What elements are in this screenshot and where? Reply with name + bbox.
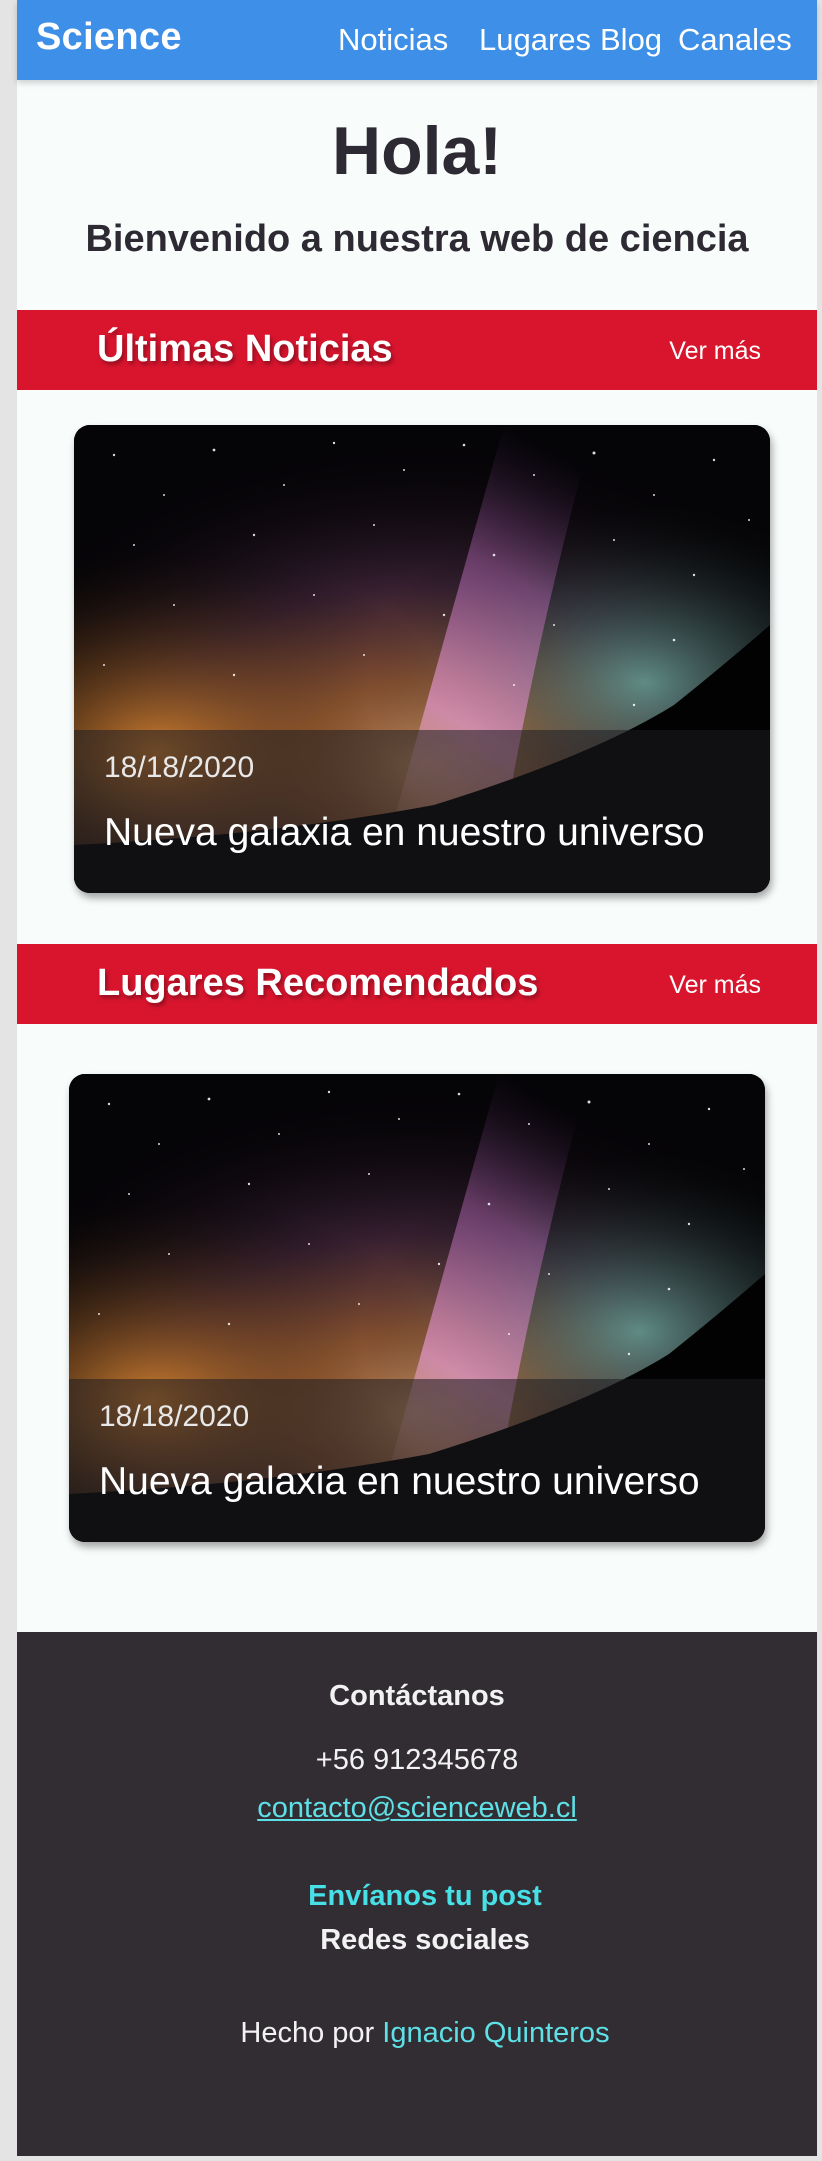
footer: Contáctanos +56 912345678 contacto@scien… [17,1632,817,2156]
author-link[interactable]: Ignacio Quinteros [382,2017,609,2049]
card-title[interactable]: Nueva galaxia en nuestro universo [99,1460,700,1504]
ver-mas-link[interactable]: Ver más [669,971,761,1000]
section-bar-noticias: Últimas Noticias Ver más [17,310,817,390]
nav-link-canales[interactable]: Canales [678,22,792,58]
card-title[interactable]: Nueva galaxia en nuestro universo [104,811,705,855]
send-post-link[interactable]: Envíanos tu post [17,1880,817,1913]
nav-link-noticias[interactable]: Noticias [338,22,448,58]
card-date: 18/18/2020 [99,1400,250,1433]
card-date: 18/18/2020 [104,751,255,784]
section-bar-lugares: Lugares Recomendados Ver más [17,944,817,1024]
nav-link-lugares[interactable]: Lugares [479,22,591,58]
section-title: Lugares Recomendados [97,962,539,1004]
footer-credit: Hecho por Ignacio Quinteros [17,2017,817,2050]
section-title: Últimas Noticias [97,328,393,370]
hero-title: Hola! [332,113,502,189]
nav-link-blog[interactable]: Blog [600,22,662,58]
footer-email-link[interactable]: contacto@scienceweb.cl [17,1792,817,1825]
footer-contact-heading: Contáctanos [329,1680,505,1712]
social-networks-label: Redes sociales [320,1924,530,1956]
navbar: Science Noticias Lugares Blog Canales [17,0,817,80]
brand-logo[interactable]: Science [36,16,182,59]
news-card[interactable]: 18/18/2020 Nueva galaxia en nuestro univ… [74,425,770,893]
ver-mas-link[interactable]: Ver más [669,337,761,366]
place-card[interactable]: 18/18/2020 Nueva galaxia en nuestro univ… [69,1074,765,1542]
footer-phone: +56 912345678 [315,1744,519,1776]
credit-prefix: Hecho por [240,2017,383,2049]
hero-subtitle: Bienvenido a nuestra web de ciencia [85,218,749,260]
page: Science Noticias Lugares Blog Canales Ho… [17,0,817,2156]
